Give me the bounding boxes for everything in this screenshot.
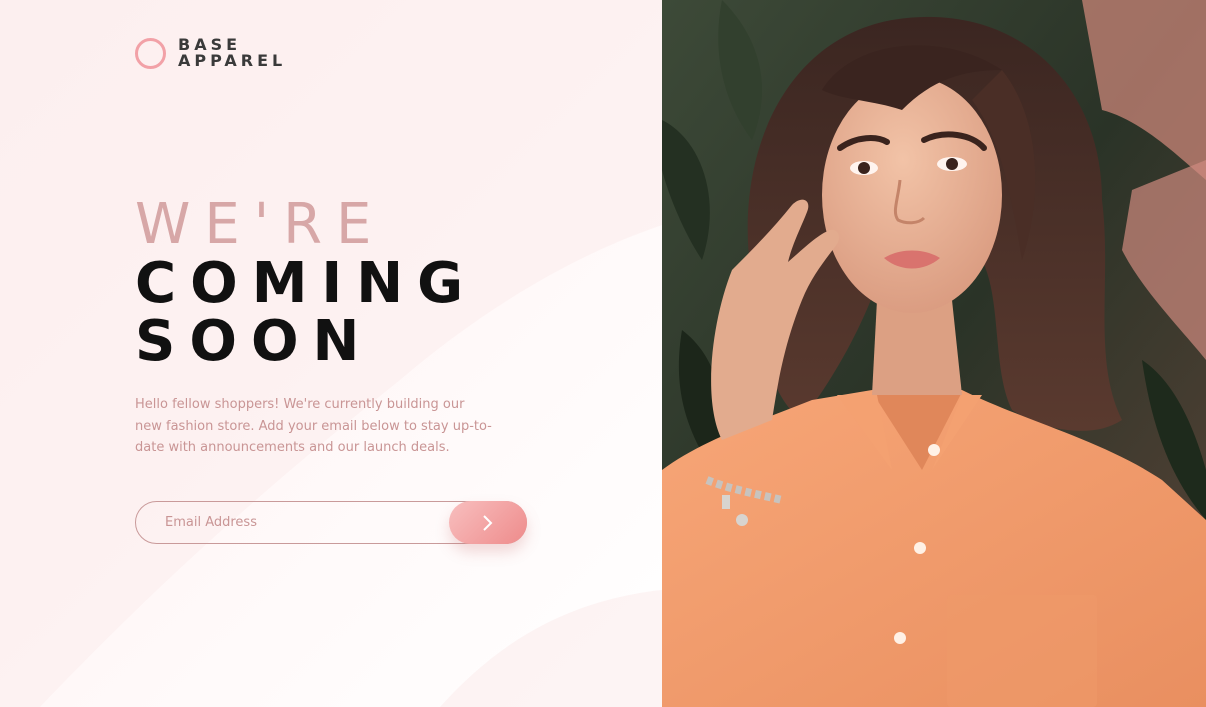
logo-circle-icon — [135, 37, 166, 69]
chevron-right-icon — [483, 514, 493, 531]
headline-bold-line-2: SOON — [135, 309, 374, 374]
submit-button[interactable] — [449, 501, 527, 544]
hero-photo-illustration — [662, 0, 1206, 707]
headline-bold-line-1: COMING — [135, 251, 478, 316]
intro-text: Hello fellow shoppers! We're currently b… — [135, 397, 492, 455]
brand-logo[interactable]: BASE APPAREL — [135, 37, 286, 69]
logo-line-2: APPAREL — [178, 51, 287, 70]
email-signup-form — [135, 501, 527, 544]
page-headline: WE'RE COMING SOON — [135, 195, 477, 371]
content-panel: BASE APPAREL WE'RE COMING SOON Hello fel… — [0, 0, 662, 707]
hero-photo — [662, 0, 1206, 707]
coming-soon-page: BASE APPAREL WE'RE COMING SOON Hello fel… — [0, 0, 1206, 707]
headline-light: WE'RE — [135, 192, 386, 257]
logo-wordmark: BASE APPAREL — [178, 37, 286, 69]
